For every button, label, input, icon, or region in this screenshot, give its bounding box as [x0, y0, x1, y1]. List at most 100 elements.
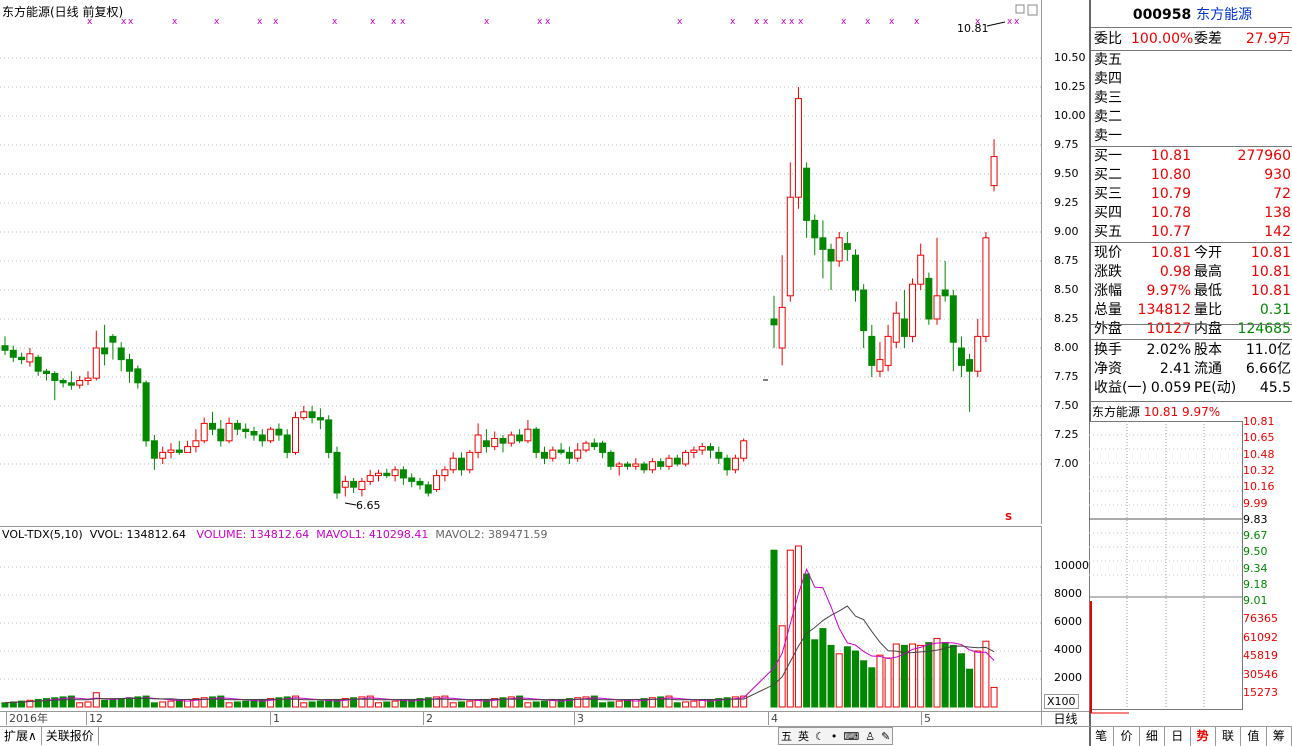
right-tab-3[interactable]: 日: [1165, 727, 1191, 746]
date-label: 12: [86, 712, 103, 725]
wrench-icon[interactable]: ✎: [881, 730, 890, 743]
mavol1-value: MAVOL1: 410298.41: [316, 528, 429, 541]
marker-x: x: [214, 17, 220, 27]
volume-bar: [391, 700, 399, 708]
volume-bar: [925, 642, 933, 708]
mini-axis-label: 10.48: [1243, 447, 1275, 461]
candle: [827, 243, 835, 290]
right-tab-0[interactable]: 笔: [1089, 727, 1115, 746]
marker-x: x: [257, 17, 263, 27]
related-quote-tab[interactable]: 关联报价: [42, 727, 99, 745]
candle: [794, 87, 802, 209]
marker-x: x: [789, 17, 795, 27]
volume-bar: [84, 701, 92, 708]
mini-axis-label: 9.50: [1243, 545, 1268, 559]
quote-cell: 10.80: [1150, 167, 1191, 183]
quote-cell: 买五: [1094, 224, 1122, 240]
candle: [300, 406, 308, 420]
right-tab-6[interactable]: 值: [1241, 727, 1267, 746]
right-tab-5[interactable]: 联: [1216, 727, 1242, 746]
quote-cell: 最低: [1194, 283, 1222, 299]
candle: [607, 450, 615, 470]
marker-x: x: [172, 17, 178, 27]
candle: [267, 426, 275, 444]
quote-cell: 涨跌: [1094, 264, 1122, 280]
marker-x: x: [370, 17, 376, 27]
volume-bar: [803, 573, 811, 708]
quote-cell: 外盘: [1094, 321, 1122, 337]
candle: [233, 419, 241, 435]
candle: [949, 290, 957, 372]
candle: [167, 443, 175, 459]
price-axis-label: 8.00: [1054, 341, 1079, 354]
candle: [9, 345, 17, 362]
candle: [192, 429, 200, 453]
moon-icon[interactable]: ☾: [815, 730, 825, 743]
volume-bar: [76, 702, 84, 708]
marker-x: x: [730, 17, 736, 27]
stat-row: 涨幅 9.97% 最低 10.81: [1091, 282, 1292, 301]
stock-code: 000958: [1132, 7, 1192, 23]
right-tab-1[interactable]: 价: [1114, 727, 1140, 746]
volume-bar: [690, 700, 698, 708]
candle: [909, 278, 917, 343]
ime-mode[interactable]: 五: [781, 728, 792, 744]
kline-chart[interactable]: xxxxxxxxxxxxxxxxxxxxxxxxxxxx: [0, 0, 1046, 524]
candle: [350, 477, 358, 493]
right-tab-7[interactable]: 筹: [1267, 727, 1292, 746]
right-tab-2[interactable]: 细: [1140, 727, 1166, 746]
volume-axis-label: 4000: [1054, 643, 1082, 656]
candle: [433, 469, 441, 492]
user-icon[interactable]: ♙: [865, 730, 875, 743]
volume-bar: [957, 653, 965, 708]
mini-price: 10.81: [1143, 405, 1179, 419]
sell-level-1: 卖一: [1091, 127, 1292, 146]
candle: [843, 232, 851, 261]
candle: [333, 446, 341, 499]
candle: [599, 440, 607, 459]
candle: [150, 435, 158, 470]
volume-chart[interactable]: [0, 526, 1041, 711]
keyboard-icon[interactable]: ⌨: [843, 730, 859, 743]
date-label: 2: [423, 712, 433, 725]
right-tab-4[interactable]: 势: [1191, 727, 1216, 746]
quote-cell: 0.31: [1259, 302, 1291, 318]
marker-x: x: [677, 17, 683, 27]
volume-bar: [399, 699, 407, 708]
quote-cell: 总量: [1094, 302, 1122, 318]
buy-level-5: 买五 10.77 142: [1091, 223, 1292, 242]
volume-axis-label: 2000: [1054, 671, 1082, 684]
candle: [966, 353, 974, 412]
dot-icon[interactable]: •: [831, 730, 838, 743]
volume-bar: [150, 702, 158, 708]
quote-cell: 10.77: [1150, 224, 1191, 240]
volume-value: VOLUME: 134812.64: [196, 528, 310, 541]
volume-bar: [449, 702, 457, 708]
volume-bar: [624, 699, 631, 708]
quote-cell: 6.66亿: [1245, 361, 1291, 377]
price-axis-label: 9.75: [1054, 138, 1079, 151]
expand-tab[interactable]: 扩展∧: [0, 727, 42, 745]
quote-cell: 买一: [1094, 148, 1122, 164]
ime-lang[interactable]: 英: [798, 728, 809, 744]
quote-cell: 今开: [1194, 245, 1222, 261]
candle: [786, 162, 794, 302]
price-axis-label: 9.00: [1054, 225, 1079, 238]
price-axis: 10.50 10.25 10.00 9.75 9.50 9.25 9.00 8.75 8.50 8…: [1041, 0, 1089, 524]
mini-axis-label: 9.01: [1243, 594, 1268, 608]
quote-cell: 10.81: [1250, 264, 1291, 280]
quote-cell: 卖三: [1094, 90, 1122, 106]
volume-bar: [966, 668, 974, 708]
candle: [325, 415, 333, 459]
stat-row: 涨跌 0.98 最高 10.81: [1091, 263, 1292, 282]
right-tabs: 笔价细日势联值筹: [1089, 726, 1292, 746]
period-selector[interactable]: 日线: [1041, 711, 1089, 726]
candle: [134, 365, 142, 389]
marker-x: x: [273, 17, 279, 27]
price-axis-label: 10.50: [1054, 51, 1086, 64]
candle: [466, 450, 474, 474]
candle: [941, 261, 949, 302]
ime-toolbar[interactable]: 五 英 ☾ • ⌨ ♙ ✎: [778, 727, 894, 745]
volume-bar: [682, 701, 690, 708]
candle: [375, 469, 382, 482]
